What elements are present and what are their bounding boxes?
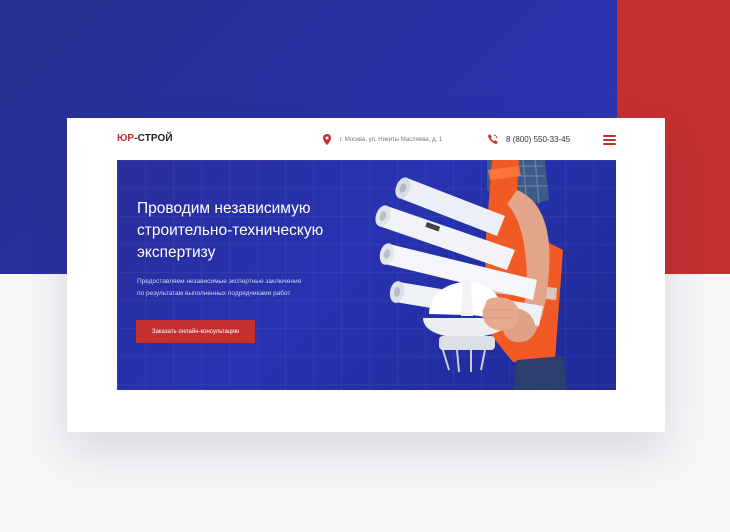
phone-number: 8 (800) 550-33-45 — [506, 134, 571, 144]
logo[interactable]: ЮР-СТРОЙ — [117, 133, 173, 144]
hamburger-menu-icon[interactable] — [603, 135, 616, 145]
logo-prefix: ЮР — [117, 133, 135, 144]
worker-with-blueprints-image — [375, 160, 567, 390]
order-consultation-button[interactable]: Заказать онлайн-консультацию — [136, 320, 255, 343]
header-phone[interactable]: 8 (800) 550-33-45 — [488, 134, 570, 144]
map-pin-icon — [323, 134, 331, 145]
address-text: г. Москва, ул. Никиты Масляева, д. 1 — [340, 136, 443, 143]
website-preview-card: ЮР-СТРОЙ г. Москва, ул. Никиты Масляева,… — [67, 118, 665, 432]
phone-icon — [488, 134, 498, 144]
hero-title-line: Проводим независимую — [137, 200, 311, 217]
hero-subtitle: Предоставляем независимые экспертные зак… — [137, 276, 367, 300]
hero-subtitle-line: по результатам выполненных подрядчиками … — [137, 290, 291, 297]
hero-title: Проводим независимую строительно-техниче… — [137, 198, 377, 264]
hero-title-line: экспертизу — [137, 244, 216, 261]
header-address: г. Москва, ул. Никиты Масляева, д. 1 — [323, 134, 442, 145]
logo-suffix: -СТРОЙ — [134, 133, 173, 144]
hero-banner: Проводим независимую строительно-техниче… — [117, 160, 616, 390]
hero-title-line: строительно-техническую — [137, 222, 324, 239]
site-header: ЮР-СТРОЙ г. Москва, ул. Никиты Масляева,… — [67, 118, 665, 160]
hero-subtitle-line: Предоставляем независимые экспертные зак… — [137, 278, 302, 285]
